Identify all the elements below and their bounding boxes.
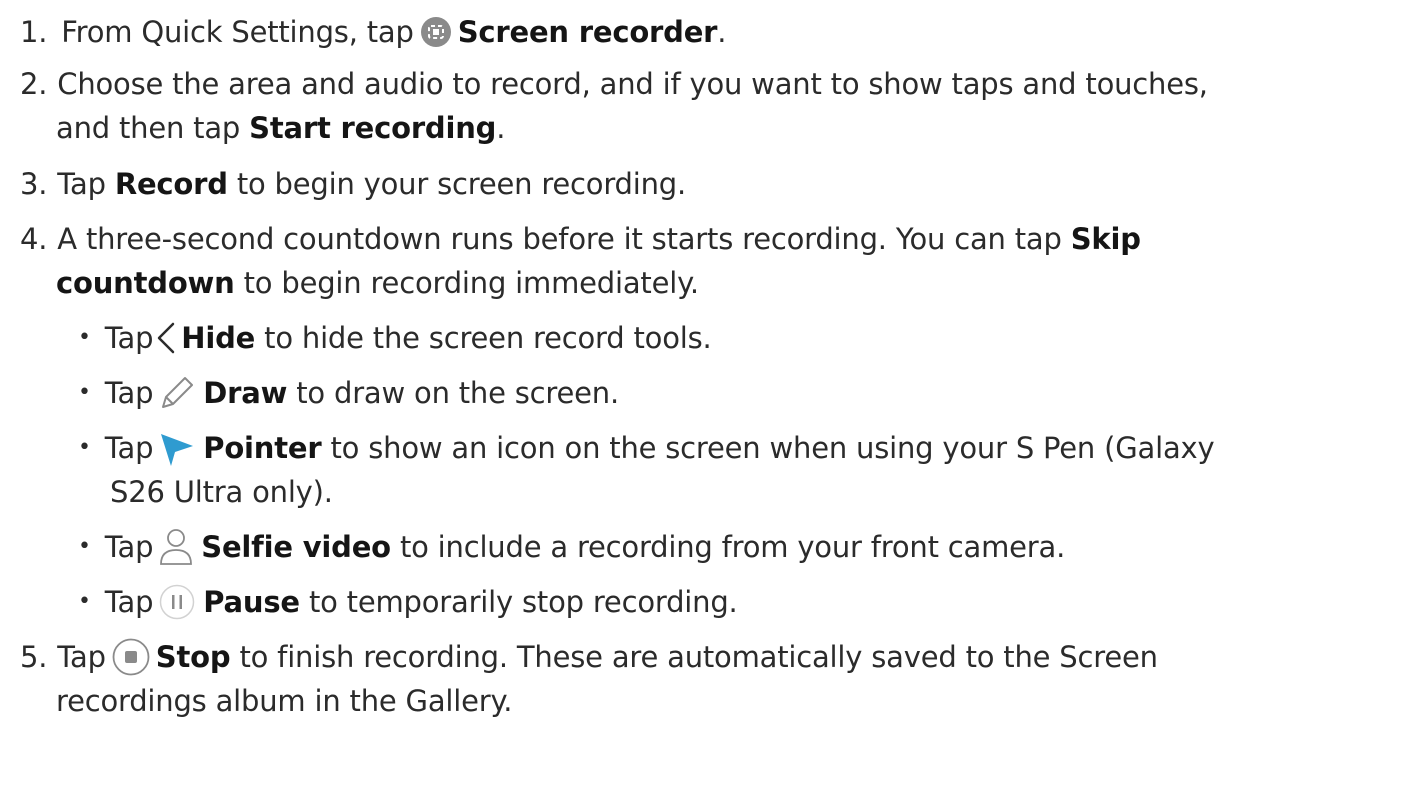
sub-item-pointer: • Tap Pointer to show an icon on the scr… [78,428,1215,468]
step-5: 5. Tap Stop to finish recording. These a… [20,637,1158,677]
sub-item-text-end: to include a recording from your front c… [399,530,1066,564]
step-number: 3. [20,167,48,201]
stop-icon [112,638,150,676]
step-2-cont: and then tap Start recording. [56,108,505,148]
step-number: 2. [20,67,48,101]
bullet: • [78,380,91,405]
person-icon [159,528,193,566]
step-text: From Quick Settings, tap [61,15,414,49]
step-text: Choose the area and audio to record, and… [57,67,1208,101]
step-5-cont: recordings album in the Gallery. [56,681,513,721]
step-text-end: . [717,15,727,49]
instructions-page: 1. From Quick Settings, tap Screen recor… [0,0,1419,807]
screen-recorder-icon [420,16,452,48]
step-text-end: . [496,111,506,145]
stop-label: Stop [155,640,231,674]
sub-item-text: Tap [104,321,154,355]
draw-label: Draw [203,376,288,410]
pointer-label: Pointer [203,431,322,465]
countdown-label: countdown [56,266,235,300]
start-recording-label: Start recording [249,111,497,145]
step-number: 5. [20,640,48,674]
sub-item-text: Tap [104,585,154,619]
sub-item-text-end: S26 Ultra only). [110,475,333,509]
sub-item-text-end: to temporarily stop recording. [308,585,738,619]
step-2: 2. Choose the area and audio to record, … [20,64,1208,104]
step-text-end: to begin recording immediately. [243,266,699,300]
step-text: Tap [57,640,106,674]
pause-icon [159,584,195,620]
bullet: • [78,325,91,350]
record-label: Record [114,167,228,201]
step-number: 4. [20,222,48,256]
sub-item-text: Tap [104,530,154,564]
sub-item-text: Tap [104,376,154,410]
step-text-end: to finish recording. These are automatic… [239,640,1158,674]
sub-item-hide: • Tap Hide to hide the screen record too… [78,318,712,358]
hide-label: Hide [181,321,256,355]
pause-label: Pause [203,585,300,619]
step-4-cont: countdown to begin recording immediately… [56,263,699,303]
step-text: A three-second countdown runs before it … [57,222,1062,256]
sub-item-text: Tap [104,431,154,465]
sub-item-text-end: to show an icon on the screen when using… [330,431,1215,465]
sub-item-draw: • Tap Draw to draw on the screen. [78,373,619,413]
step-text: Tap [57,167,106,201]
sub-item-text-end: to hide the screen record tools. [264,321,712,355]
sub-item-selfie: • Tap Selfie video to include a recordin… [78,527,1065,567]
pointer-icon [159,428,195,468]
step-3: 3. Tap Record to begin your screen recor… [20,164,686,204]
sub-item-pause: • Tap Pause to temporarily stop recordin… [78,582,738,622]
screen-recorder-label: Screen recorder [457,15,718,49]
pencil-icon [159,375,195,411]
step-4: 4. A three-second countdown runs before … [20,219,1141,259]
step-1: 1. From Quick Settings, tap Screen recor… [20,12,727,52]
bullet: • [78,589,91,614]
bullet: • [78,534,91,559]
skip-label: Skip [1070,222,1141,256]
sub-item-text-end: to draw on the screen. [296,376,619,410]
selfie-video-label: Selfie video [201,530,391,564]
bullet: • [78,435,91,460]
step-text-end: recordings album in the Gallery. [56,684,513,718]
sub-item-pointer-cont: S26 Ultra only). [110,472,333,512]
step-text: and then tap [56,111,241,145]
chevron-left-icon [155,321,177,355]
step-text-end: to begin your screen recording. [236,167,687,201]
step-number: 1. [20,15,48,49]
